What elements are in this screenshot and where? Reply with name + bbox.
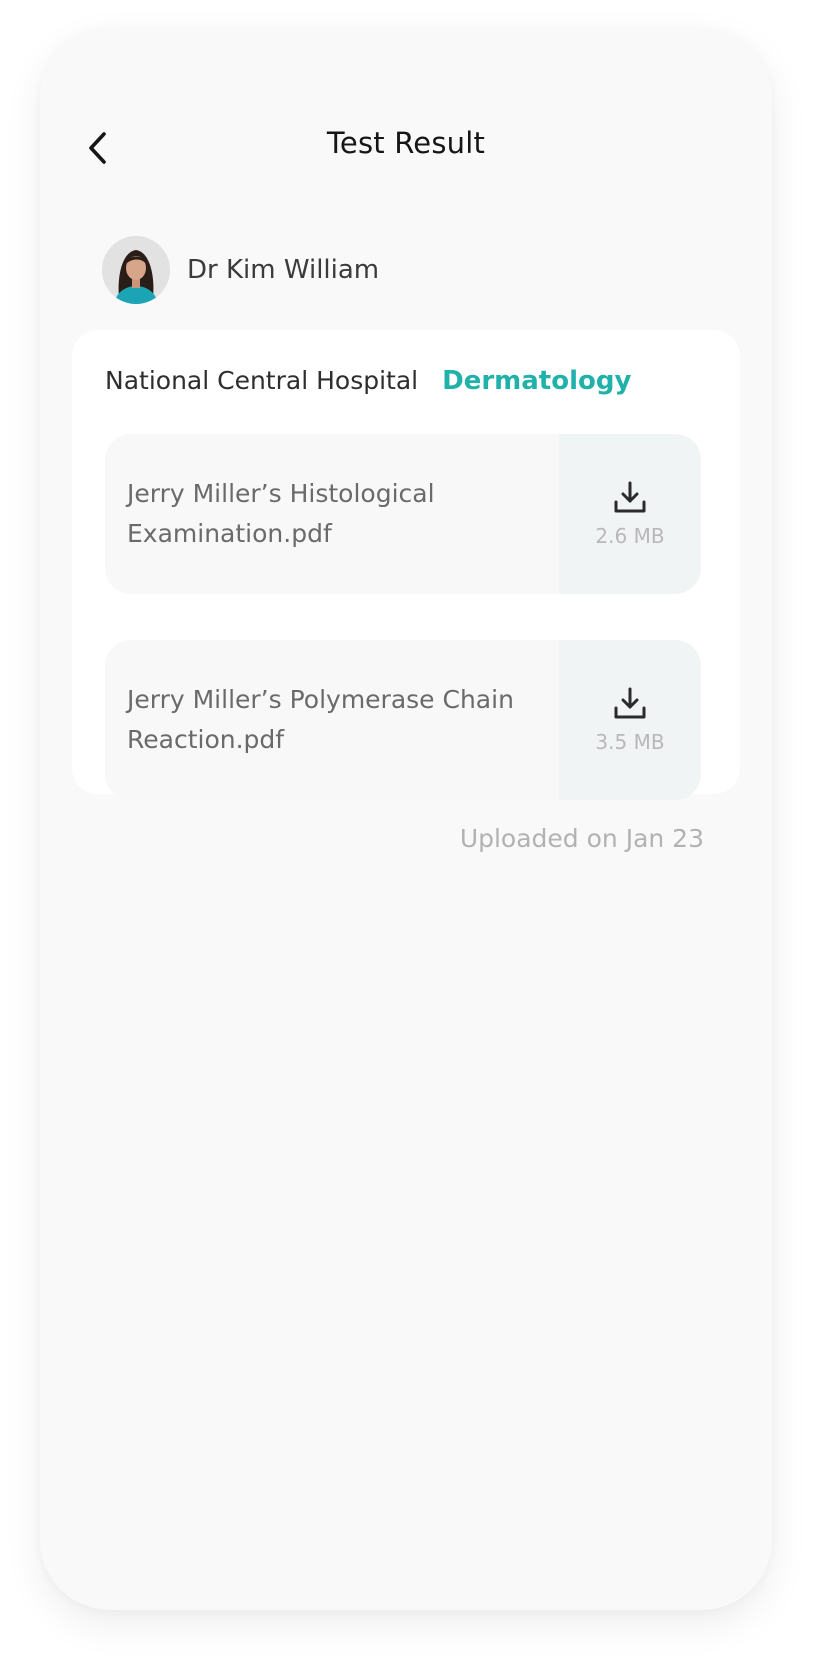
- avatar: [102, 236, 170, 304]
- file-name: Jerry Miller’s Histological Examination.…: [127, 479, 435, 548]
- phone-screen: Test Result Dr Kim William National Cent…: [40, 28, 772, 1610]
- doctor-row[interactable]: Dr Kim William: [102, 236, 379, 304]
- hospital-name: National Central Hospital: [105, 366, 419, 395]
- download-button[interactable]: 3.5 MB: [559, 640, 701, 800]
- department-label: Dermatology: [442, 366, 632, 396]
- upload-date: Uploaded on Jan 23: [459, 824, 704, 853]
- file-size: 2.6 MB: [595, 524, 665, 548]
- doctor-name: Dr Kim William: [187, 255, 380, 285]
- file-item[interactable]: Jerry Miller’s Polymerase Chain Reaction…: [105, 640, 701, 800]
- page-title: Test Result: [326, 126, 486, 160]
- card-header: National Central Hospital Dermatology: [105, 366, 631, 396]
- test-result-card: National Central Hospital Dermatology Je…: [72, 330, 740, 800]
- file-size: 3.5 MB: [595, 730, 665, 754]
- download-button[interactable]: 2.6 MB: [559, 434, 701, 594]
- download-icon: [614, 687, 646, 719]
- file-item[interactable]: Jerry Miller’s Histological Examination.…: [105, 434, 701, 594]
- file-name: Jerry Miller’s Polymerase Chain Reaction…: [127, 685, 514, 754]
- download-icon: [614, 481, 646, 513]
